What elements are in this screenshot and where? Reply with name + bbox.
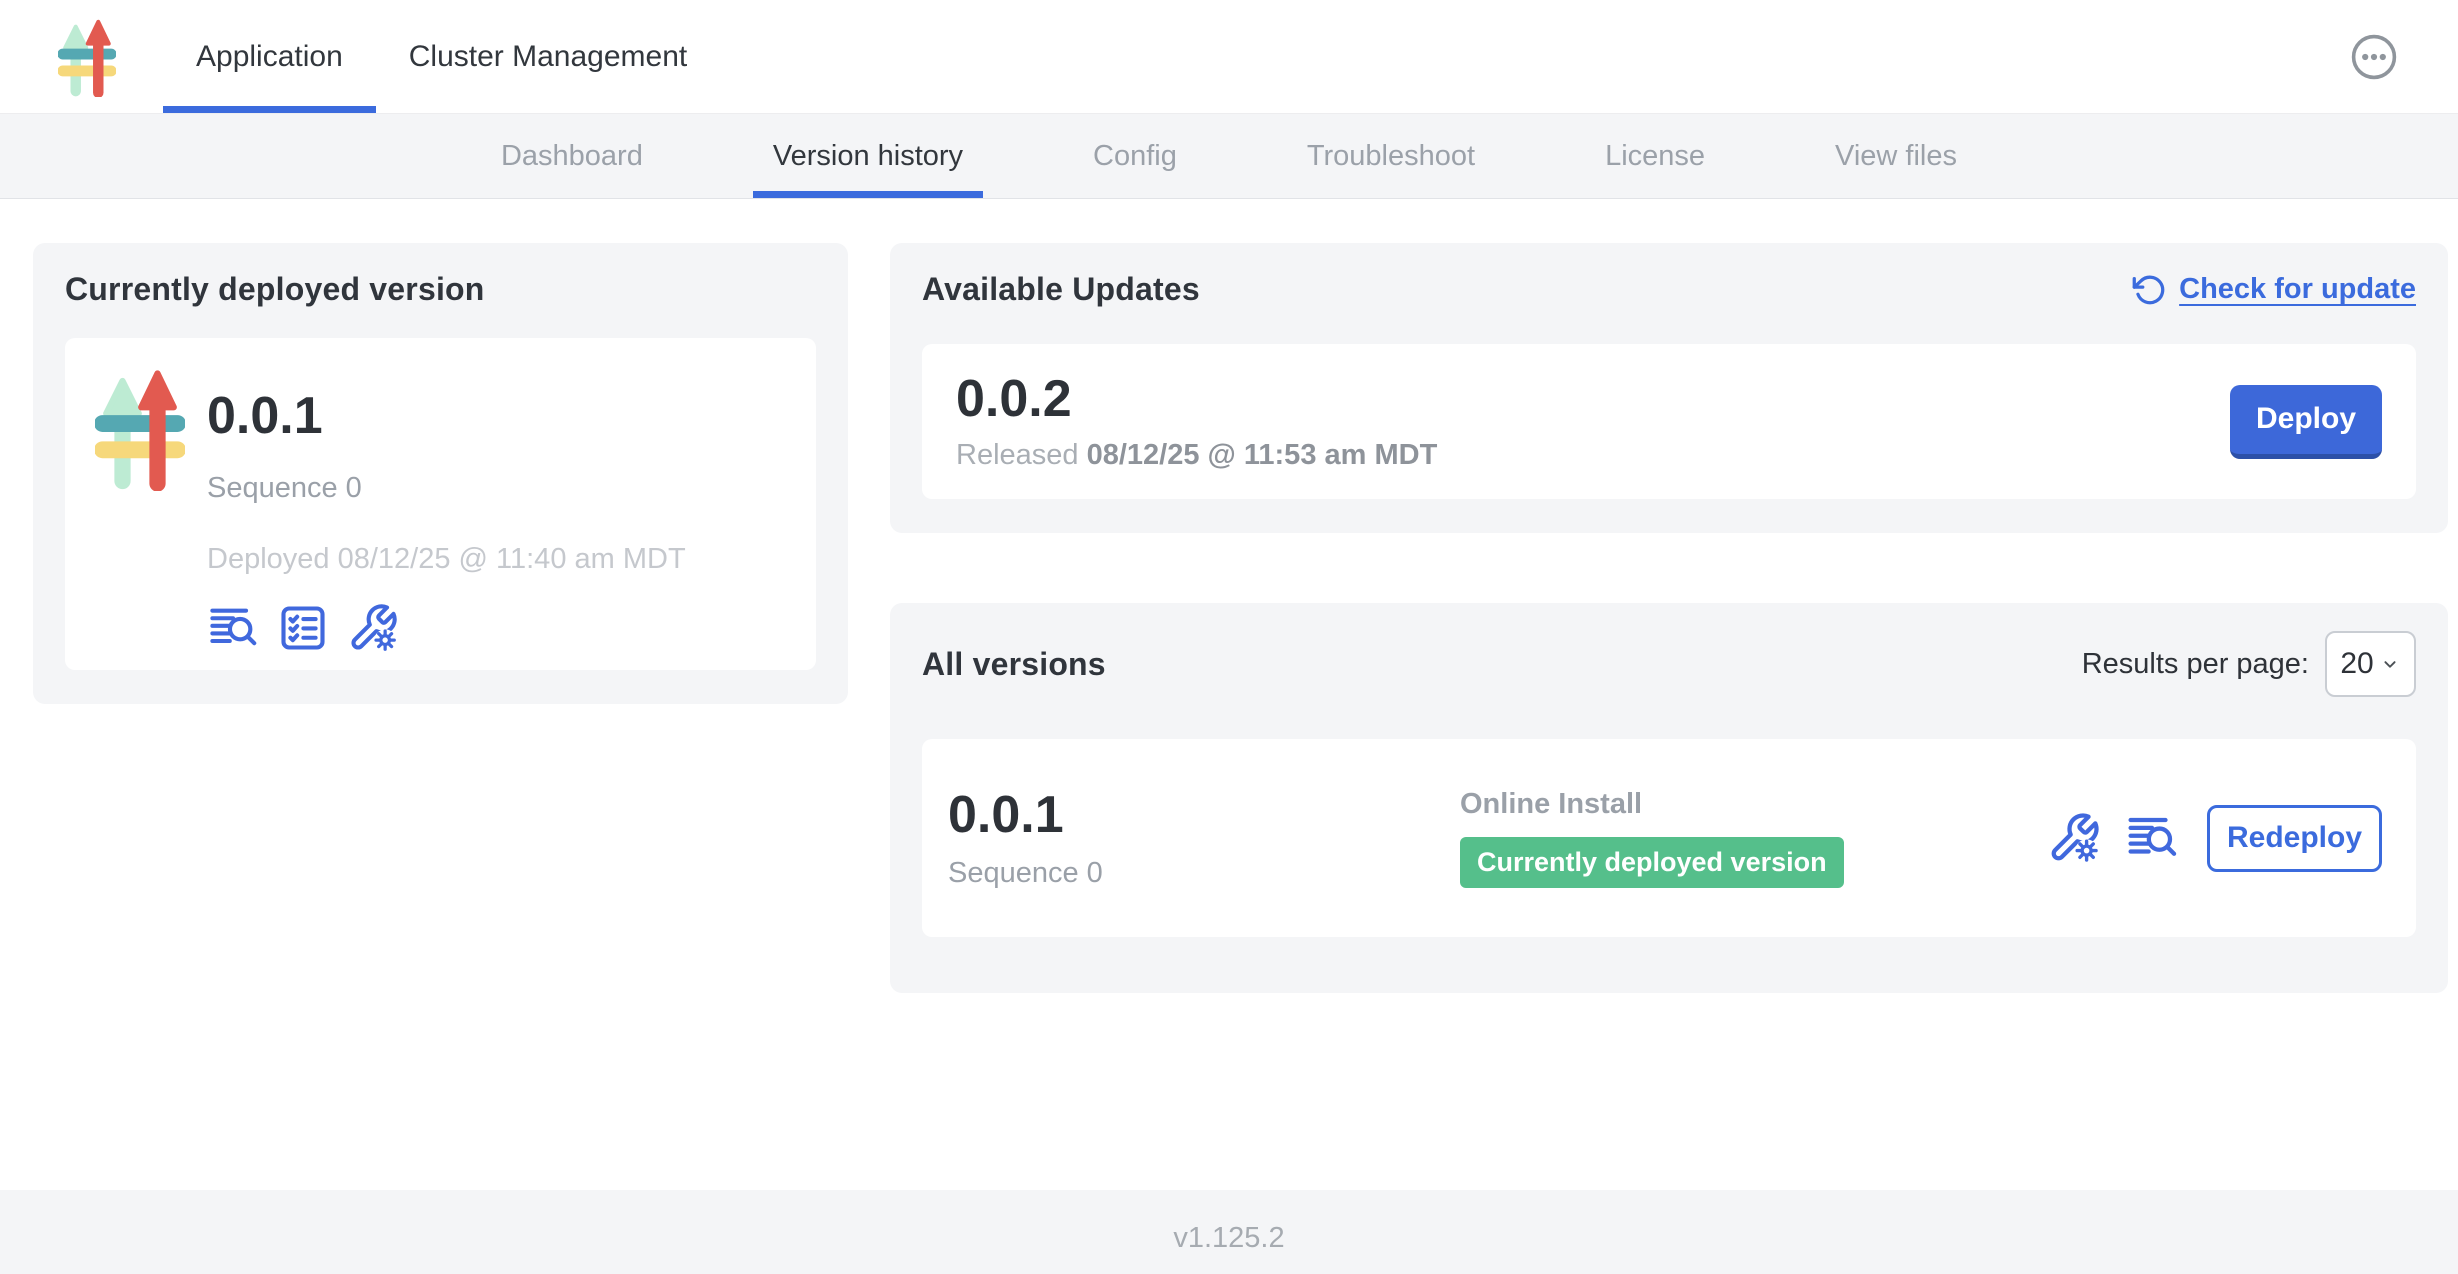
app-sub-nav: Dashboard Version history Config Trouble… bbox=[0, 113, 2458, 199]
deployed-sequence: Sequence 0 bbox=[207, 472, 686, 505]
top-tab-application-label: Application bbox=[196, 40, 343, 74]
check-for-update-link[interactable]: Check for update bbox=[2132, 273, 2416, 307]
released-date: 08/12/25 @ 11:53 am MDT bbox=[1087, 439, 1438, 471]
diff-icon[interactable] bbox=[207, 602, 259, 654]
admin-console-page: Application Cluster Management Dashboard… bbox=[0, 0, 2458, 1274]
update-details: 0.0.2 Released 08/12/25 @ 11:53 am MDT bbox=[956, 371, 1437, 472]
results-per-page-label: Results per page: bbox=[2082, 648, 2309, 681]
preflight-checks-icon[interactable] bbox=[277, 602, 329, 654]
top-nav: Application Cluster Management bbox=[0, 0, 2458, 113]
all-versions-title: All versions bbox=[922, 646, 1106, 683]
tab-troubleshoot[interactable]: Troubleshoot bbox=[1287, 114, 1495, 198]
tab-version-history[interactable]: Version history bbox=[753, 114, 983, 198]
main-content: Currently deployed version 0.0.1 Sequenc… bbox=[0, 199, 2458, 1190]
results-per-page: Results per page: 20 bbox=[2082, 631, 2416, 697]
released-label: Released bbox=[956, 439, 1079, 471]
all-versions-card: All versions Results per page: 20 0.0 bbox=[890, 603, 2448, 993]
tab-license[interactable]: License bbox=[1585, 114, 1725, 198]
tab-view-files[interactable]: View files bbox=[1815, 114, 1977, 198]
top-tab-application[interactable]: Application bbox=[163, 0, 376, 113]
currently-deployed-badge: Currently deployed version bbox=[1460, 837, 1844, 888]
top-tab-cluster-management[interactable]: Cluster Management bbox=[376, 0, 720, 113]
row-sequence: Sequence 0 bbox=[948, 857, 1460, 890]
tab-dashboard[interactable]: Dashboard bbox=[481, 114, 663, 198]
check-for-update-label: Check for update bbox=[2179, 273, 2416, 306]
right-column: Available Updates Check for update 0.0.2… bbox=[890, 243, 2448, 993]
chevron-down-icon bbox=[2379, 653, 2401, 675]
overflow-menu-button[interactable] bbox=[2350, 33, 2398, 81]
update-released-timestamp: Released 08/12/25 @ 11:53 am MDT bbox=[956, 439, 1437, 472]
config-icon[interactable] bbox=[2047, 811, 2101, 865]
config-icon[interactable] bbox=[347, 602, 399, 654]
row-version-number: 0.0.1 bbox=[948, 787, 1460, 843]
diff-icon[interactable] bbox=[2125, 811, 2179, 865]
tab-config[interactable]: Config bbox=[1073, 114, 1197, 198]
ellipsis-menu-icon bbox=[2350, 33, 2398, 81]
app-logo-icon bbox=[95, 366, 185, 491]
available-updates-header: Available Updates Check for update bbox=[922, 271, 2416, 308]
deployed-version-number: 0.0.1 bbox=[207, 388, 686, 444]
currently-deployed-version-panel: 0.0.1 Sequence 0 Deployed 08/12/25 @ 11:… bbox=[65, 338, 816, 670]
top-tab-cluster-management-label: Cluster Management bbox=[409, 40, 687, 74]
refresh-icon bbox=[2132, 273, 2166, 307]
deployed-timestamp: Deployed 08/12/25 @ 11:40 am MDT bbox=[207, 543, 686, 576]
results-per-page-value: 20 bbox=[2340, 647, 2373, 681]
tab-version-history-label: Version history bbox=[773, 140, 963, 173]
install-type-label: Online Install bbox=[1460, 788, 2047, 821]
available-updates-title: Available Updates bbox=[922, 271, 1200, 308]
app-logo-icon bbox=[58, 17, 116, 98]
tab-config-label: Config bbox=[1093, 140, 1177, 173]
results-per-page-select[interactable]: 20 bbox=[2325, 631, 2416, 697]
app-logo bbox=[58, 17, 116, 97]
tab-dashboard-label: Dashboard bbox=[501, 140, 643, 173]
currently-deployed-card: Currently deployed version 0.0.1 Sequenc… bbox=[33, 243, 848, 704]
top-tab-bar: Application Cluster Management bbox=[163, 0, 720, 113]
version-row-actions: Redeploy bbox=[2047, 805, 2382, 872]
version-row-status: Online Install Currently deployed versio… bbox=[1460, 788, 2047, 888]
version-row-details: 0.0.1 Sequence 0 bbox=[948, 787, 1460, 890]
console-version: v1.125.2 bbox=[1173, 1222, 1284, 1255]
tab-troubleshoot-label: Troubleshoot bbox=[1307, 140, 1475, 173]
console-footer: v1.125.2 bbox=[0, 1190, 2458, 1274]
available-updates-card: Available Updates Check for update 0.0.2… bbox=[890, 243, 2448, 533]
redeploy-button[interactable]: Redeploy bbox=[2207, 805, 2382, 872]
tab-view-files-label: View files bbox=[1835, 140, 1957, 173]
deployed-action-icons bbox=[207, 602, 686, 654]
available-update-row: 0.0.2 Released 08/12/25 @ 11:53 am MDT D… bbox=[922, 344, 2416, 499]
app-logo bbox=[95, 366, 185, 464]
update-version-number: 0.0.2 bbox=[956, 371, 1437, 427]
deployed-version-details: 0.0.1 Sequence 0 Deployed 08/12/25 @ 11:… bbox=[207, 364, 686, 654]
currently-deployed-title: Currently deployed version bbox=[65, 271, 816, 308]
all-versions-header: All versions Results per page: 20 bbox=[922, 631, 2416, 697]
tab-license-label: License bbox=[1605, 140, 1705, 173]
version-row: 0.0.1 Sequence 0 Online Install Currentl… bbox=[922, 739, 2416, 937]
deploy-button[interactable]: Deploy bbox=[2230, 385, 2382, 459]
